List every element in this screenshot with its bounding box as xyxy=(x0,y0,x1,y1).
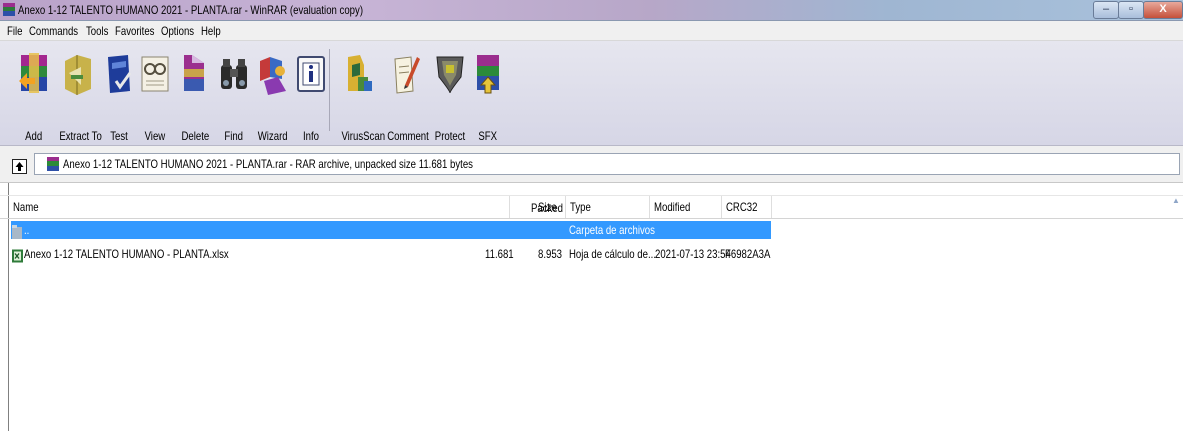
test-button[interactable]: Test xyxy=(102,41,136,145)
file-type: Hoja de cálculo de... xyxy=(569,247,656,261)
protect-icon xyxy=(436,56,464,94)
toolbar-separator xyxy=(329,49,330,131)
maximize-button[interactable]: ▫ xyxy=(1118,1,1144,19)
comment-icon xyxy=(394,56,420,94)
virusscan-button[interactable]: VirusScan xyxy=(336,41,386,145)
menu-tools[interactable]: Tools xyxy=(86,24,108,38)
minimize-button[interactable]: – xyxy=(1093,1,1119,19)
column-header-crc32[interactable]: CRC32 xyxy=(722,196,772,218)
file-name: .. xyxy=(24,223,30,237)
archive-path-text: Anexo 1-12 TALENTO HUMANO 2021 - PLANTA.… xyxy=(63,157,473,171)
file-packed-size: 8.953 xyxy=(538,247,563,261)
sort-ascending-icon: ▲ xyxy=(1172,196,1180,205)
view-button[interactable]: View xyxy=(136,41,174,145)
sfx-icon xyxy=(477,55,499,94)
excel-file-icon xyxy=(12,249,23,263)
up-arrow-icon xyxy=(15,162,24,171)
column-header-type[interactable]: Type ▲ xyxy=(566,196,1180,218)
extract-to-button[interactable]: Extract To xyxy=(54,41,102,145)
extract-to-icon xyxy=(65,55,91,95)
view-label: View xyxy=(144,129,166,143)
address-bar: Anexo 1-12 TALENTO HUMANO 2021 - PLANTA.… xyxy=(0,146,1183,183)
window-title: Anexo 1-12 TALENTO HUMANO 2021 - PLANTA.… xyxy=(18,3,364,17)
menu-options[interactable]: Options xyxy=(161,24,194,38)
virusscan-icon xyxy=(348,55,372,91)
close-button[interactable]: X xyxy=(1143,1,1183,19)
file-crc32: F6982A3A xyxy=(725,247,771,261)
add-label: Add xyxy=(25,129,43,143)
menu-help[interactable]: Help xyxy=(201,24,221,38)
delete-icon xyxy=(184,55,204,91)
find-label: Find xyxy=(224,129,244,143)
sfx-label: SFX xyxy=(478,129,498,143)
protect-button[interactable]: Protect xyxy=(430,41,470,145)
menu-file[interactable]: File xyxy=(7,24,22,38)
wizard-label: Wizard xyxy=(258,129,288,143)
list-item[interactable]: Anexo 1-12 TALENTO HUMANO - PLANTA.xlsx … xyxy=(0,245,1183,263)
title-bar[interactable]: Anexo 1-12 TALENTO HUMANO 2021 - PLANTA.… xyxy=(0,0,1183,21)
toolbar: Add Extract To Test View Delete Find Wiz… xyxy=(0,41,1183,146)
menu-favorites[interactable]: Favorites xyxy=(115,24,154,38)
wizard-button[interactable]: Wizard xyxy=(252,41,294,145)
add-button[interactable]: Add xyxy=(14,41,54,145)
file-name: Anexo 1-12 TALENTO HUMANO - PLANTA.xlsx xyxy=(24,247,229,261)
file-modified: 2021-07-13 23:54 xyxy=(655,247,731,261)
extract-to-label: Extract To xyxy=(59,129,102,143)
virusscan-label: VirusScan xyxy=(341,129,386,143)
comment-button[interactable]: Comment xyxy=(382,41,430,145)
file-type: Carpeta de archivos xyxy=(569,223,655,237)
parent-folder-icon xyxy=(12,225,22,239)
list-item[interactable]: .. Carpeta de archivos xyxy=(0,221,1183,239)
up-one-level-button[interactable] xyxy=(12,159,27,174)
winrar-app-icon xyxy=(3,3,15,16)
test-label: Test xyxy=(110,129,128,143)
selection-highlight xyxy=(11,221,771,239)
list-header: Name Size Type ▲ Modified CRC32 Packed xyxy=(0,195,1183,219)
comment-label: Comment xyxy=(387,129,429,143)
file-size: 11.681 xyxy=(485,247,514,261)
view-icon xyxy=(141,56,169,92)
column-header-modified[interactable]: Modified xyxy=(650,196,722,218)
delete-label: Delete xyxy=(181,129,209,143)
add-archive-icon xyxy=(19,53,47,93)
rar-archive-icon xyxy=(47,157,59,171)
column-header-packed[interactable]: Packed xyxy=(531,201,563,215)
protect-label: Protect xyxy=(434,129,466,143)
archive-path-field[interactable]: Anexo 1-12 TALENTO HUMANO 2021 - PLANTA.… xyxy=(34,153,1180,175)
menu-commands[interactable]: Commands xyxy=(29,24,78,38)
delete-button[interactable]: Delete xyxy=(174,41,216,145)
find-button[interactable]: Find xyxy=(216,41,252,145)
info-icon xyxy=(297,56,325,92)
test-icon xyxy=(108,55,132,93)
wizard-icon xyxy=(260,57,286,95)
menu-bar: File Commands Tools Favorites Options He… xyxy=(0,21,1183,41)
info-label: Info xyxy=(302,129,319,143)
column-header-name[interactable]: Name xyxy=(9,196,510,218)
find-icon xyxy=(221,59,247,89)
info-button[interactable]: Info xyxy=(294,41,328,145)
sfx-button[interactable]: SFX xyxy=(470,41,506,145)
file-list[interactable]: Name Size Type ▲ Modified CRC32 Packed .… xyxy=(0,183,1183,431)
